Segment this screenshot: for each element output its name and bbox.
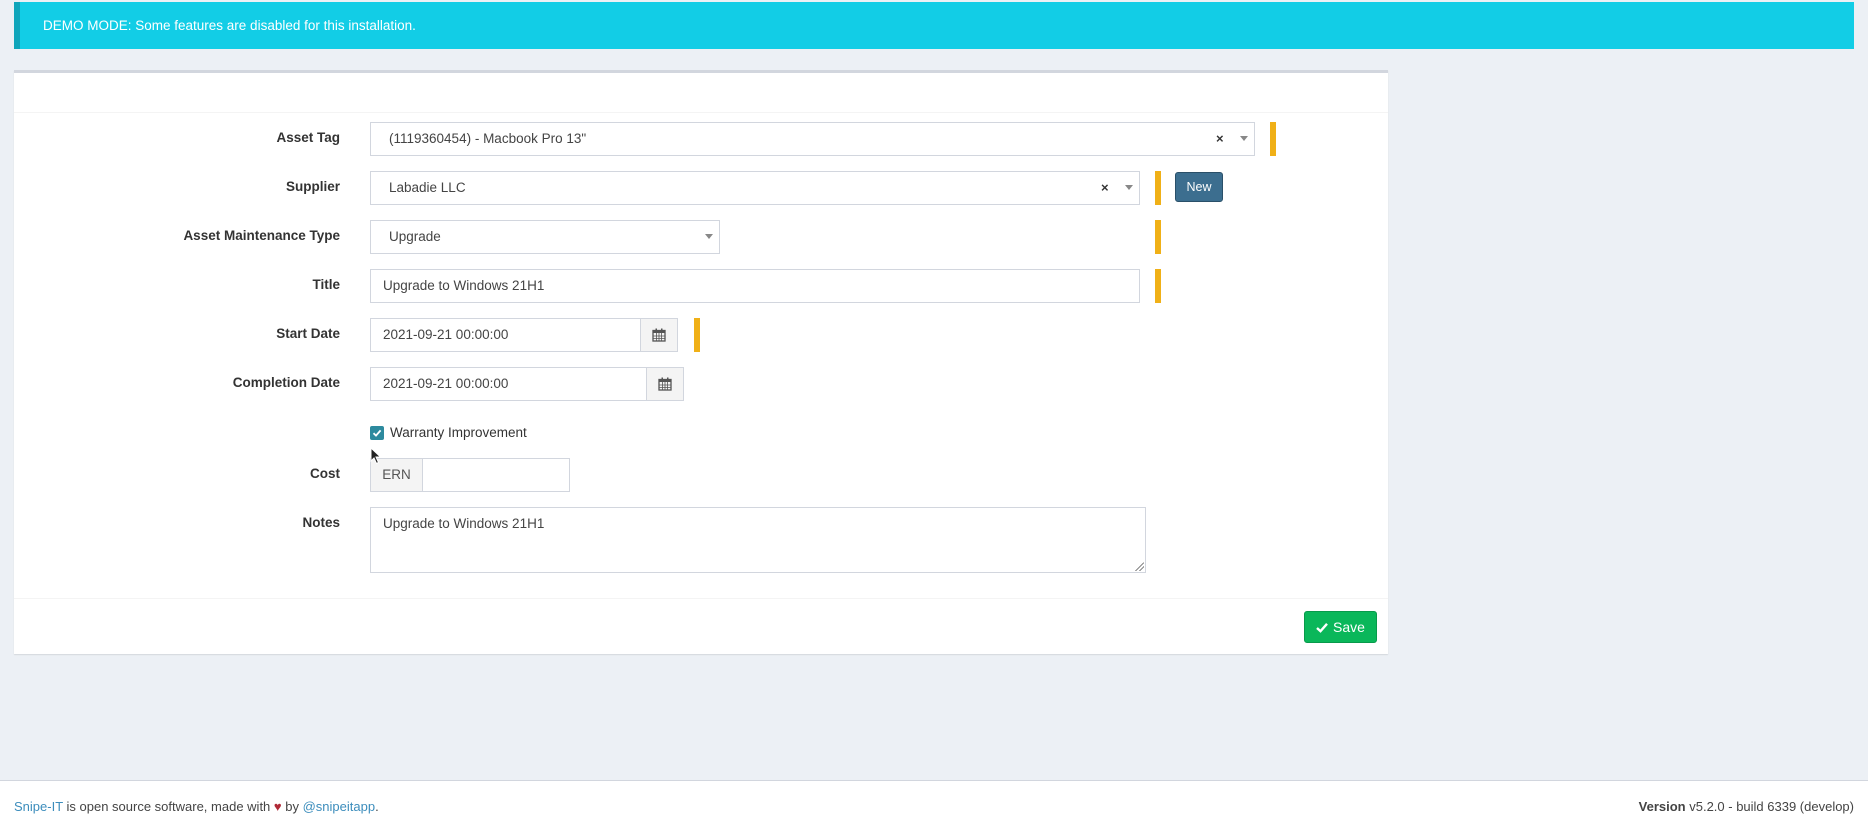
warranty-improvement-checkbox[interactable] [370,425,384,440]
calendar-icon [652,328,666,342]
start-date-calendar-button[interactable] [640,318,678,352]
save-button[interactable]: Save [1304,611,1377,643]
completion-date-calendar-button[interactable] [646,367,684,401]
supplier-required-marker [1155,171,1161,205]
supplier-chevron-down-icon[interactable] [1125,185,1133,190]
asset-tag-chevron-down-icon[interactable] [1240,136,1248,141]
version-label: Version [1638,799,1686,814]
notes-label: Notes [302,515,340,530]
maintenance-type-required-marker [1155,220,1161,254]
maintenance-type-chevron-down-icon[interactable] [705,234,713,239]
snipeitapp-link[interactable]: @snipeitapp [303,799,375,814]
title-label: Title [312,277,340,292]
mouse-cursor-icon [370,447,382,465]
title-input[interactable]: Upgrade to Windows 21H1 [370,269,1140,303]
warranty-improvement-label[interactable]: Warranty Improvement [390,425,527,440]
asset-tag-value: (1119360454) - Macbook Pro 13" [389,131,587,146]
cost-input[interactable] [422,458,570,492]
demo-mode-alert: DEMO MODE: Some features are disabled fo… [14,2,1854,49]
box-header [14,73,1388,113]
supplier-select[interactable]: Labadie LLC × [370,171,1140,205]
start-date-label: Start Date [276,326,340,341]
maintenance-type-label: Asset Maintenance Type [183,228,340,243]
start-date-input[interactable]: 2021-09-21 00:00:00 [370,318,641,352]
supplier-label: Supplier [285,179,340,194]
footer-credits: Snipe-IT is open source software, made w… [14,799,379,814]
version-value: v5.2.0 - build 6339 (develop) [1685,799,1854,814]
box-footer [14,598,1388,654]
supplier-clear-icon[interactable]: × [1101,172,1109,204]
start-date-required-marker [694,318,700,352]
calendar-icon [658,377,672,391]
version-info: Version v5.2.0 - build 6339 (develop) [1639,799,1854,814]
maintenance-type-value: Upgrade [389,229,441,244]
completion-date-label: Completion Date [232,375,340,390]
warranty-improvement-field: Warranty Improvement [370,425,527,440]
resize-handle-icon[interactable] [1135,562,1144,571]
supplier-value: Labadie LLC [389,180,466,195]
asset-tag-clear-icon[interactable]: × [1216,123,1224,155]
footer-period: . [375,799,379,814]
asset-tag-required-marker [1270,122,1276,156]
checkmark-icon [1316,622,1328,633]
asset-tag-select[interactable]: (1119360454) - Macbook Pro 13" × [370,122,1255,156]
snipe-it-link[interactable]: Snipe-IT [14,799,63,814]
asset-tag-label: Asset Tag [276,130,340,145]
notes-textarea[interactable]: Upgrade to Windows 21H1 [370,507,1146,573]
notes-value: Upgrade to Windows 21H1 [383,516,545,531]
demo-mode-alert-text: DEMO MODE: Some features are disabled fo… [43,18,416,33]
title-required-marker [1155,269,1161,303]
save-button-label: Save [1333,619,1365,635]
new-supplier-button[interactable]: New [1175,172,1223,202]
maintenance-type-select[interactable]: Upgrade [370,220,720,254]
page-footer: Snipe-IT is open source software, made w… [0,780,1868,823]
footer-by-text: by [281,799,303,814]
heart-icon: ♥ [273,799,282,814]
checkmark-icon [372,429,382,437]
completion-date-input[interactable]: 2021-09-21 00:00:00 [370,367,647,401]
cost-label: Cost [310,466,340,481]
footer-text: is open source software, made with [62,799,274,814]
